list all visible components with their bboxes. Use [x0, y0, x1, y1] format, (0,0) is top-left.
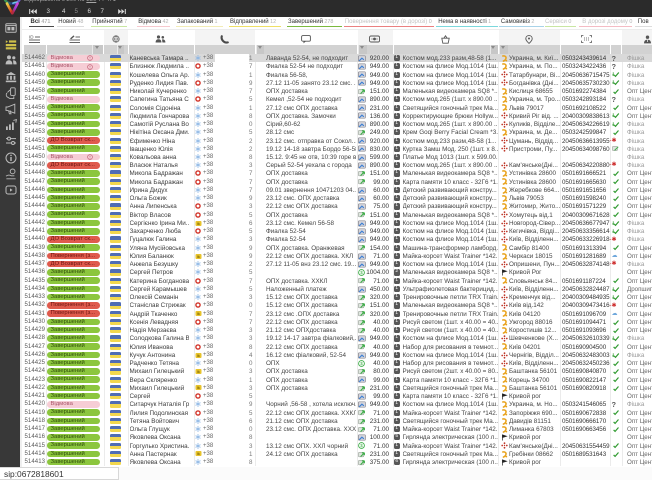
- svg-text:lk: lk: [197, 221, 200, 226]
- svg-text:lk: lk: [197, 254, 200, 259]
- svg-text:ID: ID: [29, 35, 34, 40]
- svg-text:lk: lk: [197, 311, 200, 316]
- svg-text:lk: lk: [197, 353, 200, 358]
- svg-text:lk: lk: [197, 451, 200, 456]
- svg-text:lk: lk: [197, 369, 200, 374]
- svg-text:lk: lk: [197, 385, 200, 390]
